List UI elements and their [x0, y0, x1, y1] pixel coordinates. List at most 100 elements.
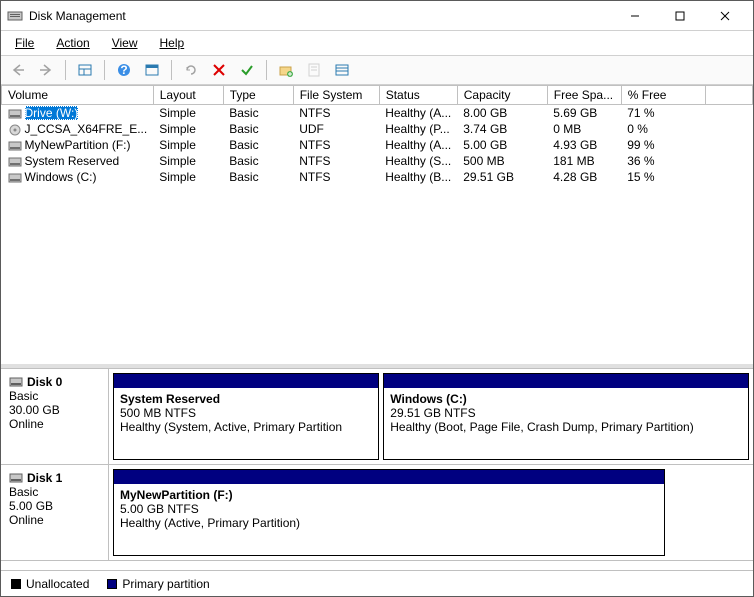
volume-free: 4.28 GB — [547, 169, 621, 185]
view-layout-button[interactable] — [74, 59, 96, 81]
properties-button[interactable] — [236, 59, 258, 81]
menu-help[interactable]: Help — [156, 34, 189, 52]
close-button[interactable] — [702, 2, 747, 30]
help-icon: ? — [116, 62, 132, 78]
help-button[interactable]: ? — [113, 59, 135, 81]
primary-swatch — [107, 579, 117, 589]
partition[interactable]: System Reserved500 MB NTFSHealthy (Syste… — [113, 373, 379, 460]
col-filesystem[interactable]: File System — [293, 86, 379, 105]
checkmark-icon — [239, 62, 255, 78]
menu-view[interactable]: View — [108, 34, 142, 52]
partition-name: MyNewPartition (F:) — [120, 488, 658, 502]
partition[interactable]: MyNewPartition (F:)5.00 GB NTFSHealthy (… — [113, 469, 665, 556]
refresh-icon — [183, 62, 199, 78]
menubar: File Action View Help — [1, 31, 753, 56]
volume-free: 0 MB — [547, 121, 621, 137]
legend-bar: Unallocated Primary partition — [1, 570, 753, 596]
volume-free: 181 MB — [547, 153, 621, 169]
refresh-button[interactable] — [180, 59, 202, 81]
volume-status: Healthy (S... — [379, 153, 457, 169]
col-capacity[interactable]: Capacity — [457, 86, 547, 105]
volume-free: 5.69 GB — [547, 105, 621, 122]
panel-button[interactable] — [141, 59, 163, 81]
table-row[interactable]: Windows (C:)SimpleBasicNTFSHealthy (B...… — [2, 169, 753, 185]
titlebar: Disk Management — [1, 1, 753, 31]
volume-pct: 71 % — [621, 105, 705, 122]
detail-list-button[interactable] — [331, 59, 353, 81]
close-icon — [720, 11, 730, 21]
volume-name: Drive (W:) — [25, 106, 79, 120]
legend-unallocated: Unallocated — [11, 577, 89, 591]
volume-pct: 15 % — [621, 169, 705, 185]
sheet-icon — [306, 62, 322, 78]
volume-fs: UDF — [293, 121, 379, 137]
new-volume-button[interactable] — [275, 59, 297, 81]
delete-button[interactable] — [208, 59, 230, 81]
volume-type: Basic — [223, 121, 293, 137]
volume-table: Volume Layout Type File System Status Ca… — [1, 85, 753, 185]
partition[interactable]: Windows (C:)29.51 GB NTFSHealthy (Boot, … — [383, 373, 749, 460]
disk-icon — [9, 472, 23, 484]
volume-pct: 0 % — [621, 121, 705, 137]
forward-button[interactable] — [35, 59, 57, 81]
volume-capacity: 3.74 GB — [457, 121, 547, 137]
col-layout[interactable]: Layout — [153, 86, 223, 105]
content-area: Volume Layout Type File System Status Ca… — [1, 85, 753, 596]
disk-label[interactable]: Disk 1Basic5.00 GBOnline — [1, 465, 109, 560]
volume-pct: 99 % — [621, 137, 705, 153]
sheet-button[interactable] — [303, 59, 325, 81]
disk-state: Online — [9, 417, 100, 431]
col-type[interactable]: Type — [223, 86, 293, 105]
partition-name: Windows (C:) — [390, 392, 742, 406]
table-row[interactable]: Drive (W:)SimpleBasicNTFSHealthy (A...8.… — [2, 105, 753, 122]
partition-status: Healthy (Boot, Page File, Crash Dump, Pr… — [390, 420, 742, 434]
minimize-icon — [630, 11, 640, 21]
maximize-button[interactable] — [657, 2, 702, 30]
layout-icon — [77, 62, 93, 78]
menu-action[interactable]: Action — [52, 34, 93, 52]
table-row[interactable]: J_CCSA_X64FRE_E...SimpleBasicUDFHealthy … — [2, 121, 753, 137]
disk-partitions: MyNewPartition (F:)5.00 GB NTFSHealthy (… — [109, 465, 669, 560]
table-row[interactable]: System ReservedSimpleBasicNTFSHealthy (S… — [2, 153, 753, 169]
col-pctfree[interactable]: % Free — [621, 86, 705, 105]
disk-type: Basic — [9, 485, 100, 499]
volume-name: J_CCSA_X64FRE_E... — [25, 122, 148, 136]
col-status[interactable]: Status — [379, 86, 457, 105]
volume-layout: Simple — [153, 137, 223, 153]
legend-primary: Primary partition — [107, 577, 209, 591]
volume-status: Healthy (A... — [379, 137, 457, 153]
list-icon — [334, 62, 350, 78]
folder-add-icon — [278, 62, 294, 78]
menu-file[interactable]: File — [11, 34, 38, 52]
volume-capacity: 500 MB — [457, 153, 547, 169]
col-volume[interactable]: Volume — [2, 86, 154, 105]
volume-fs: NTFS — [293, 169, 379, 185]
partition-header — [114, 470, 664, 484]
partition-status: Healthy (Active, Primary Partition) — [120, 516, 658, 530]
disk-state: Online — [9, 513, 100, 527]
volume-fs: NTFS — [293, 137, 379, 153]
toolbar: ? — [1, 56, 753, 85]
panel-icon — [144, 62, 160, 78]
arrow-left-icon — [10, 62, 26, 78]
disk-map-pane[interactable]: Disk 0Basic30.00 GBOnlineSystem Reserved… — [1, 368, 753, 570]
col-filler[interactable] — [705, 86, 752, 105]
disk-label[interactable]: Disk 0Basic30.00 GBOnline — [1, 369, 109, 464]
back-button[interactable] — [7, 59, 29, 81]
volume-list-pane[interactable]: Volume Layout Type File System Status Ca… — [1, 85, 753, 368]
disk-name: Disk 0 — [27, 375, 62, 389]
volume-type: Basic — [223, 105, 293, 122]
volume-status: Healthy (A... — [379, 105, 457, 122]
volume-type: Basic — [223, 169, 293, 185]
volume-fs: NTFS — [293, 105, 379, 122]
table-row[interactable]: MyNewPartition (F:)SimpleBasicNTFSHealth… — [2, 137, 753, 153]
volume-capacity: 5.00 GB — [457, 137, 547, 153]
disk-row: Disk 1Basic5.00 GBOnlineMyNewPartition (… — [1, 465, 753, 561]
minimize-button[interactable] — [612, 2, 657, 30]
volume-icon — [8, 124, 22, 136]
volume-icon — [8, 156, 22, 168]
partition-size: 5.00 GB NTFS — [120, 502, 658, 516]
volume-name: System Reserved — [25, 154, 120, 168]
col-freespace[interactable]: Free Spa... — [547, 86, 621, 105]
volume-capacity: 29.51 GB — [457, 169, 547, 185]
